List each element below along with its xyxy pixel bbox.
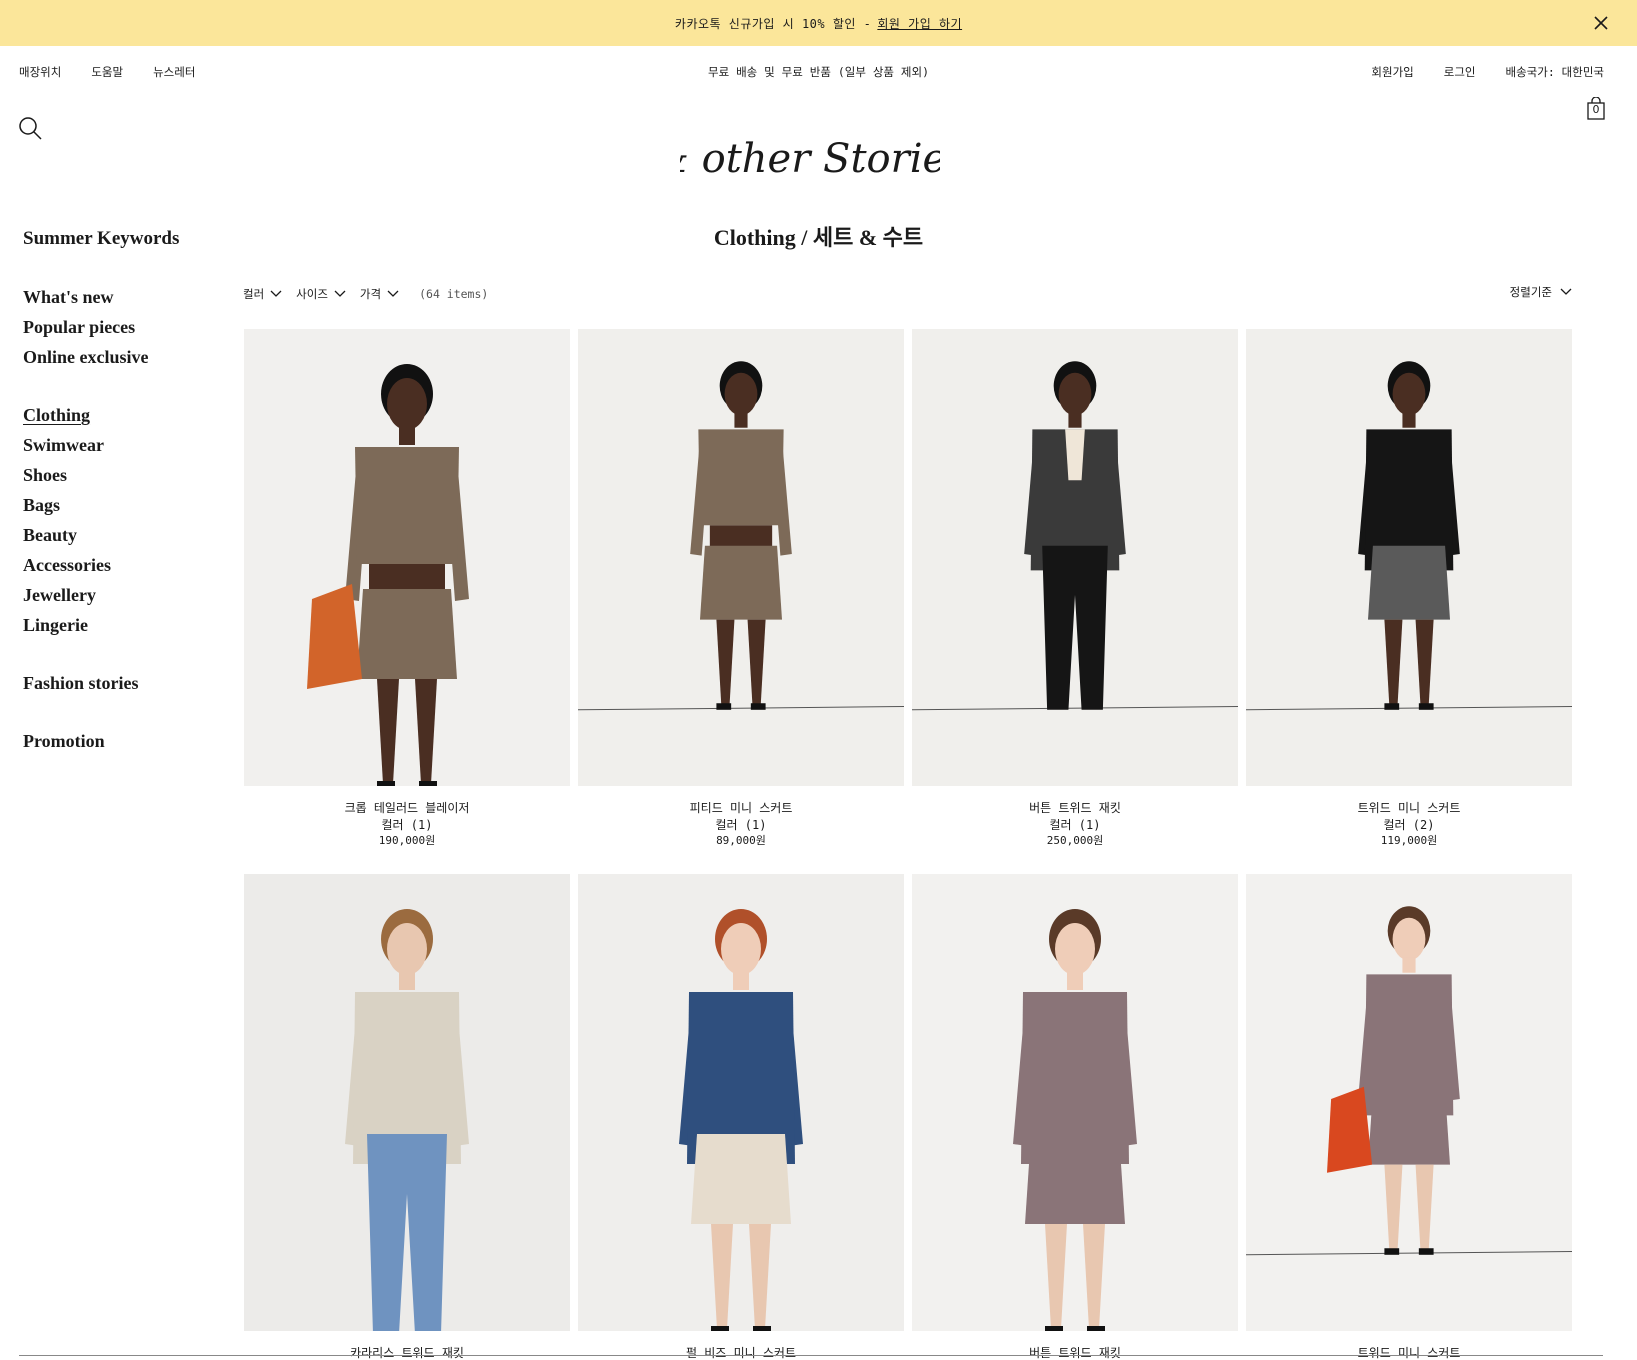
sidebar-item-accessories[interactable]: Accessories [23,550,179,580]
product-name[interactable]: 펄 비즈 미니 스커트 [578,1345,904,1360]
sidebar-group: Summer Keywords [23,224,179,254]
sidebar-item-summer-keywords[interactable]: Summer Keywords [23,224,179,254]
signup-link[interactable]: 회원가입 [1371,64,1413,80]
product-name[interactable]: 버튼 트위드 재킷 [912,1345,1238,1360]
utility-bar: 매장위치 도움말 뉴스레터 무료 배송 및 무료 반품 (일부 상품 제외) 회… [0,60,1637,82]
size-filter-label: 사이즈 [296,287,328,301]
sidebar-item-bags[interactable]: Bags [23,490,179,520]
sort-label: 정렬기준 [1509,285,1552,299]
sidebar-item-online-exclusive[interactable]: Online exclusive [23,342,179,372]
shipping-notice: 무료 배송 및 무료 반품 (일부 상품 제외) [707,65,929,79]
product-image[interactable] [244,874,570,1331]
product-card[interactable]: 카라리스 트위드 재킷 [244,874,570,1360]
sidebar-item-beauty[interactable]: Beauty [23,520,179,550]
product-name[interactable]: 피티드 미니 스커트 [578,800,904,817]
sidebar-group: What's new Popular pieces Online exclusive [23,282,179,372]
product-price: 119,000원 [1380,834,1438,847]
product-info: 버튼 트위드 재킷 [912,1345,1238,1360]
filter-bar: 컬러 사이즈 가격 (64 items) [243,286,488,302]
close-icon[interactable] [1591,13,1611,33]
sidebar-group: Fashion stories [23,668,179,698]
product-image[interactable] [578,329,904,786]
product-image[interactable] [244,329,570,786]
promo-banner: 카카오톡 신규가입 시 10% 할인 - 회원 가입 하기 [0,0,1637,46]
product-name[interactable]: 버튼 트위드 재킷 [912,800,1238,817]
store-locator-link[interactable]: 매장위치 [19,64,61,80]
product-name[interactable]: 트위드 미니 스커트 [1246,1345,1572,1360]
product-card[interactable]: 트위드 미니 스커트 컬러 (2) 119,000원 [1246,329,1572,850]
product-colors: 컬러 (1) [1049,817,1101,832]
shopping-bag-button[interactable]: 0 [1586,96,1606,121]
price-filter-label: 가격 [359,287,382,301]
category-sidebar: Summer Keywords What's new Popular pieces O… [23,224,179,784]
logo-text: & other Stories [680,136,940,182]
sidebar-item-promotion[interactable]: Promotion [23,726,179,756]
sidebar-item-swimwear[interactable]: Swimwear [23,430,179,460]
sort-dropdown[interactable]: 정렬기준 [1510,284,1572,300]
promo-text: 카카오톡 신규가입 시 10% 할인 - [674,16,872,31]
sidebar-item-what-s-new[interactable]: What's new [23,282,179,312]
product-image[interactable] [1246,874,1572,1331]
product-name[interactable]: 카라리스 트위드 재킷 [244,1345,570,1360]
product-name[interactable]: 크롭 테일러드 블레이저 [244,800,570,817]
product-colors: 컬러 (2) [1383,817,1435,832]
help-link[interactable]: 도움말 [91,64,123,80]
title-category: 세트 & 수트 [812,225,924,250]
product-image[interactable] [1246,329,1572,786]
page-title: Clothing / 세트 & 수트 [0,220,1637,252]
search-icon[interactable] [18,116,44,142]
product-price: 89,000원 [716,834,766,847]
sidebar-item-clothing[interactable]: Clothing [23,400,179,430]
color-filter-label: 컬러 [243,287,265,301]
newsletter-link[interactable]: 뉴스레터 [153,64,195,80]
brand-logo[interactable]: & other Stories [680,130,940,190]
color-filter[interactable]: 컬러 [243,286,282,302]
chevron-down-icon [270,290,282,297]
signup-promo-link[interactable]: 회원 가입 하기 [877,15,962,32]
product-info: 크롭 테일러드 블레이저 컬러 (1) 190,000원 [244,800,570,850]
product-card[interactable]: 버튼 트위드 재킷 [912,874,1238,1360]
sidebar-group: Clothing Swimwear Shoes Bags Beauty Accessori… [23,400,179,640]
chevron-down-icon [387,290,399,297]
items-count: (64 items) [419,287,489,301]
product-info: 버튼 트위드 재킷 컬러 (1) 250,000원 [912,800,1238,850]
login-link[interactable]: 로그인 [1444,64,1476,80]
bag-count: 0 [1592,103,1600,116]
product-colors: 컬러 (1) [715,817,767,832]
sidebar-item-shoes[interactable]: Shoes [23,460,179,490]
product-colors: 컬러 (1) [381,817,433,832]
product-image[interactable] [578,874,904,1331]
title-prefix: Clothing / [713,225,808,250]
chevron-down-icon [334,290,346,297]
product-info: 트위드 미니 스커트 [1246,1345,1572,1360]
sidebar-item-jewellery[interactable]: Jewellery [23,580,179,610]
product-name[interactable]: 트위드 미니 스커트 [1246,800,1572,817]
product-card[interactable]: 피티드 미니 스커트 컬러 (1) 89,000원 [578,329,904,850]
chevron-down-icon [1560,288,1572,295]
product-card[interactable]: 트위드 미니 스커트 [1246,874,1572,1360]
size-filter[interactable]: 사이즈 [296,286,346,302]
divider [19,1355,1603,1356]
sidebar-item-fashion-stories[interactable]: Fashion stories [23,668,179,698]
product-card[interactable]: 버튼 트위드 재킷 컬러 (1) 250,000원 [912,329,1238,850]
product-info: 피티드 미니 스커트 컬러 (1) 89,000원 [578,800,904,850]
product-info: 트위드 미니 스커트 컬러 (2) 119,000원 [1246,800,1572,850]
shipping-country-link[interactable]: 배송국가: 대한민국 [1506,64,1605,80]
product-info: 카라리스 트위드 재킷 [244,1345,570,1360]
product-info: 펄 비즈 미니 스커트 [578,1345,904,1360]
sidebar-item-popular-pieces[interactable]: Popular pieces [23,312,179,342]
product-price: 250,000원 [1046,834,1104,847]
sidebar-item-lingerie[interactable]: Lingerie [23,610,179,640]
sidebar-group: Promotion [23,726,179,756]
product-card[interactable]: 펄 비즈 미니 스커트 [578,874,904,1360]
product-card[interactable]: 크롭 테일러드 블레이저 컬러 (1) 190,000원 [244,329,570,850]
product-image[interactable] [912,329,1238,786]
price-filter[interactable]: 가격 [360,286,399,302]
product-price: 190,000원 [378,834,436,847]
product-image[interactable] [912,874,1238,1331]
